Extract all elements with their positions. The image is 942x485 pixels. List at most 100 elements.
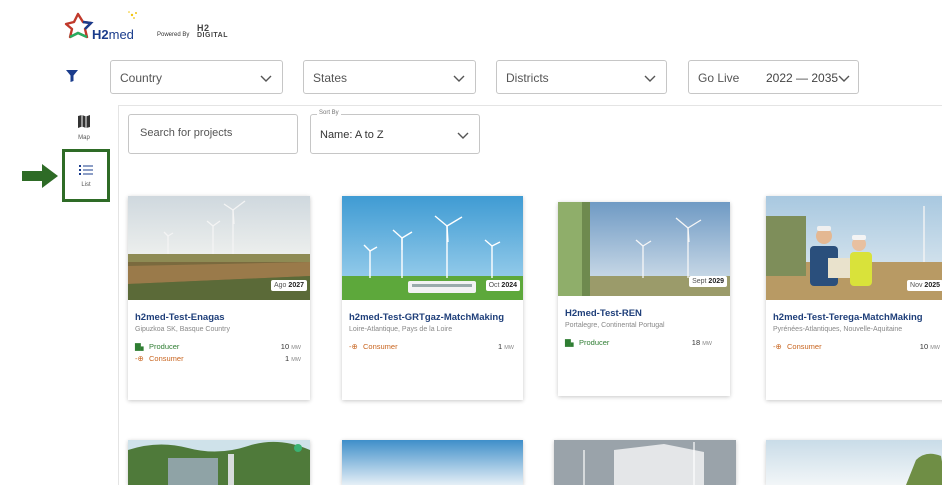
page: H2med Powered By H2 DIGITAL Country Stat…	[0, 0, 942, 485]
project-title[interactable]: h2med-Test-Enagas	[135, 312, 225, 323]
producer-row: ▇▖ Producer	[565, 338, 609, 347]
producer-mw: 18	[691, 338, 701, 347]
project-title[interactable]: H2med-Test-REN	[565, 308, 642, 319]
project-image: Sept 2029	[558, 202, 730, 296]
project-card[interactable]	[766, 440, 942, 485]
consumer-row: -⊕ Consumer	[349, 342, 398, 351]
consumer-label: Consumer	[787, 342, 822, 351]
project-title[interactable]: h2med-Test-GRTgaz-MatchMaking	[349, 312, 504, 323]
badge-month: Oct	[488, 282, 500, 289]
project-card[interactable]: Oct 2024 h2med-Test-GRTgaz-MatchMaking L…	[342, 196, 523, 400]
nav-map-label: Map	[78, 135, 90, 141]
chevron-down-icon	[457, 132, 469, 139]
project-card[interactable]: Sept 2029 H2med-Test-REN Portalegre, Con…	[558, 202, 730, 396]
states-select[interactable]: States	[303, 60, 476, 94]
chevron-down-icon	[260, 75, 272, 82]
badge-year: 2029	[708, 278, 724, 285]
sort-select[interactable]: Sort By Name: A to Z	[310, 110, 480, 154]
project-location: Portalegre, Continental Portugal	[565, 322, 665, 329]
project-image: Oct 2024	[342, 196, 523, 300]
districts-select[interactable]: Districts	[496, 60, 667, 94]
project-location: Loire-Atlantique, Pays de la Loire	[349, 326, 453, 333]
mw-unit: MW	[504, 345, 514, 351]
plug-icon: -⊕	[349, 342, 358, 351]
go-live-badge: Nov 2025	[907, 280, 942, 291]
consumer-row: -⊕ Consumer	[135, 354, 184, 363]
badge-year: 2027	[288, 282, 304, 289]
project-card[interactable]	[128, 440, 310, 485]
project-card[interactable]: Nov 2025 h2med-Test-Terega-MatchMaking P…	[766, 196, 942, 400]
h2-digital-logo: H2 DIGITAL	[197, 23, 228, 40]
project-card[interactable]: Ago 2027 h2med-Test-Enagas Gipuzkoa SK, …	[128, 196, 310, 400]
go-live-badge: Oct 2024	[485, 280, 520, 291]
powered-by-label: Powered By	[157, 32, 190, 38]
consumer-capacity: 1 MW	[498, 342, 514, 351]
badge-year: 2024	[501, 282, 517, 289]
h2med-wordmark: H2med	[92, 27, 134, 42]
badge-year: 2025	[924, 282, 940, 289]
producer-mw: 10	[280, 342, 290, 351]
highlight-arrow-icon	[22, 164, 58, 188]
go-live-value: 2022 — 2035	[766, 71, 839, 85]
project-location: Gipuzkoa SK, Basque Country	[135, 326, 230, 333]
sort-legend: Sort By	[317, 110, 341, 116]
logo-h2: H2	[92, 27, 109, 42]
go-live-badge: Sept 2029	[689, 276, 727, 287]
consumer-mw: 10	[919, 342, 929, 351]
factory-icon: ▇▖	[135, 342, 147, 351]
consumer-mw: 1	[497, 342, 503, 351]
project-image: Ago 2027	[128, 196, 310, 300]
project-card[interactable]	[554, 440, 736, 485]
project-title[interactable]: h2med-Test-Terega-MatchMaking	[773, 312, 923, 323]
project-image	[342, 440, 523, 485]
nav-list-button[interactable]: List	[62, 149, 110, 202]
project-image	[554, 440, 736, 485]
go-live-badge: Ago 2027	[271, 280, 307, 291]
consumer-capacity: 10 MW	[920, 342, 940, 351]
project-image: Nov 2025	[766, 196, 942, 300]
consumer-capacity: 1 MW	[285, 354, 301, 363]
list-icon	[79, 165, 93, 175]
project-image	[766, 440, 942, 485]
mw-unit: MW	[702, 341, 712, 347]
consumer-label: Consumer	[149, 354, 184, 363]
country-select-label: Country	[120, 71, 163, 85]
mw-unit: MW	[291, 357, 301, 363]
chevron-down-icon	[453, 75, 465, 82]
consumer-label: Consumer	[363, 342, 398, 351]
mw-unit: MW	[291, 345, 301, 351]
badge-month: Ago	[274, 282, 287, 289]
sidenav-divider	[118, 105, 119, 485]
plug-icon: -⊕	[773, 342, 782, 351]
badge-month: Nov	[910, 282, 923, 289]
project-location: Pyrénées-Atlantiques, Nouvelle-Aquitaine	[773, 326, 903, 333]
search-input[interactable]	[140, 127, 290, 139]
sort-value: Name: A to Z	[320, 129, 384, 141]
producer-row: ▇▖ Producer	[135, 342, 179, 351]
logo-med: med	[108, 27, 134, 42]
filter-funnel-icon[interactable]	[66, 70, 78, 82]
plug-icon: -⊕	[135, 354, 144, 363]
consumer-mw: 1	[284, 354, 290, 363]
nav-map-button[interactable]: Map	[63, 115, 105, 149]
h2-digital-bottom: DIGITAL	[197, 32, 228, 39]
producer-capacity: 10 MW	[281, 342, 301, 351]
project-card[interactable]	[342, 440, 523, 485]
producer-label: Producer	[579, 338, 610, 347]
project-image	[128, 440, 310, 485]
chevron-down-icon	[644, 75, 656, 82]
factory-icon: ▇▖	[565, 338, 577, 347]
search-box[interactable]	[128, 114, 298, 154]
go-live-label: Go Live	[698, 71, 740, 85]
country-select[interactable]: Country	[110, 60, 283, 94]
producer-label: Producer	[149, 342, 180, 351]
districts-select-label: Districts	[506, 71, 549, 85]
go-live-range-select[interactable]: Go Live 2022 — 2035	[688, 60, 859, 94]
header-divider	[118, 105, 942, 106]
producer-capacity: 18 MW	[692, 338, 712, 347]
header: H2med Powered By H2 DIGITAL	[0, 0, 942, 48]
nav-list-label: List	[81, 182, 91, 188]
chevron-down-icon	[838, 75, 850, 82]
h2-digital-top: H2	[197, 23, 210, 33]
mw-unit: MW	[930, 345, 940, 351]
